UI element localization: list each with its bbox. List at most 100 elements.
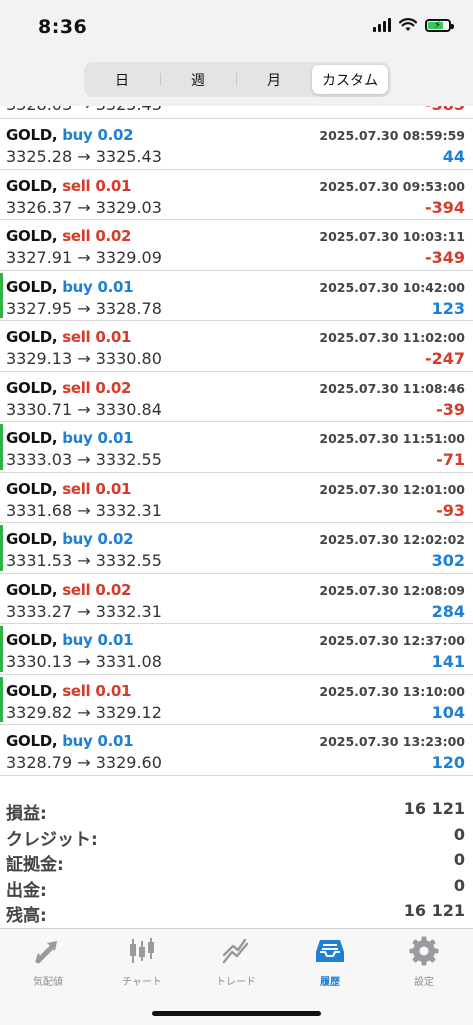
table-row[interactable]: 3328.03 → 3325.43 -385 [0, 106, 473, 119]
trade-side: buy [62, 530, 93, 548]
trade-profit: 284 [431, 601, 465, 621]
trade-profit: -385 [425, 106, 465, 114]
table-row[interactable]: GOLD, buy 0.01 2025.07.30 13:23:00 3328.79… [0, 725, 473, 776]
segment-month[interactable]: 月 [236, 65, 312, 94]
tab-trade[interactable]: トレード [189, 935, 283, 993]
trade-rows: GOLD, buy 0.02 2025.07.30 08:59:59 3325.28… [0, 119, 473, 776]
summary-margin-row: 証拠金: 0 [0, 848, 473, 875]
table-row[interactable]: GOLD, buy 0.01 2025.07.30 11:51:00 3333.03… [0, 422, 473, 473]
trade-datetime: 2025.07.30 12:02:02 [319, 532, 465, 547]
trade-prices: 3333.27 → 3332.31 [6, 601, 162, 621]
table-row[interactable]: GOLD, sell 0.01 2025.07.30 12:01:00 3331.6… [0, 473, 473, 523]
trade-prices: 3329.13 → 3330.80 [6, 349, 162, 368]
summary-credit-row: クレジット: 0 [0, 823, 473, 850]
summary-label: 損益: [6, 804, 47, 824]
summary-balance-row: 残高: 16 121 [0, 899, 473, 926]
trade-prices: 3329.82 → 3329.12 [6, 702, 162, 722]
status-icons: ⚡ [373, 18, 454, 32]
trade-prices: 3330.13 → 3331.08 [6, 652, 162, 671]
trade-side: sell [62, 681, 91, 700]
trade-prices: 3326.37 → 3329.03 [6, 197, 162, 217]
summary-label: 残高: [6, 906, 47, 926]
segment-week[interactable]: 週 [160, 65, 236, 94]
table-row[interactable]: GOLD, sell 0.02 2025.07.30 10:03:11 3327.9… [0, 220, 473, 271]
trade-volume: 0.01 [95, 479, 132, 498]
trade-symbol-side: GOLD, buy 0.02 [6, 126, 134, 144]
trade-symbol: GOLD, [6, 277, 58, 296]
trade-symbol-side: GOLD, sell 0.02 [6, 581, 131, 599]
tab-chart[interactable]: チャート [95, 935, 189, 993]
period-filter-bar: 日 週 月 カスタム [0, 56, 473, 106]
gear-icon [409, 936, 439, 966]
trade-history-list[interactable]: 3328.03 → 3325.43 -385 GOLD, buy 0.02 202… [0, 106, 473, 790]
trade-profit: 123 [431, 298, 465, 318]
trade-datetime: 2025.07.30 11:08:46 [319, 380, 465, 396]
segment-custom[interactable]: カスタム [312, 65, 388, 94]
trade-profit: 104 [431, 702, 465, 722]
tab-label: 履歴 [320, 977, 340, 988]
table-row[interactable]: GOLD, sell 0.01 2025.07.30 11:02:00 3329.1… [0, 321, 473, 372]
trade-prices: 3331.68 → 3332.31 [6, 500, 162, 520]
tab-quotes[interactable]: 気配値 [1, 935, 95, 993]
trade-volume: 0.02 [97, 126, 134, 144]
trade-symbol-side: GOLD, buy 0.01 [6, 277, 134, 296]
tab-label: 気配値 [33, 977, 63, 988]
trade-side: buy [62, 277, 93, 296]
trade-prices: 3328.03 → 3325.43 [6, 106, 162, 114]
trade-symbol: GOLD, [6, 378, 58, 397]
trade-volume: 0.01 [95, 328, 132, 346]
battery-charging-icon: ⚡ [425, 18, 454, 32]
summary-label: クレジット: [6, 829, 98, 850]
table-row[interactable]: GOLD, sell 0.02 2025.07.30 12:08:09 3333.2… [0, 574, 473, 624]
trade-symbol-side: GOLD, sell 0.01 [6, 480, 131, 498]
summary-withdrawal-row: 出金: 0 [0, 874, 473, 901]
trade-profit: -71 [436, 450, 465, 469]
trade-side: buy [62, 126, 93, 144]
trade-symbol-side: GOLD, sell 0.01 [6, 177, 131, 195]
trade-symbol-side: GOLD, sell 0.01 [6, 682, 131, 700]
trade-symbol-side: GOLD, buy 0.01 [6, 631, 134, 649]
tab-history[interactable]: 履歴 [283, 935, 377, 993]
table-row[interactable]: GOLD, sell 0.01 2025.07.30 09:53:00 3326.3… [0, 170, 473, 220]
trade-symbol-side: GOLD, buy 0.02 [6, 530, 134, 548]
trade-symbol: GOLD, [6, 176, 58, 195]
trade-symbol: GOLD, [6, 479, 58, 498]
trade-datetime: 2025.07.30 13:23:00 [319, 734, 465, 749]
trade-prices: 3333.03 → 3332.55 [6, 450, 162, 469]
candlestick-chart-icon [130, 938, 154, 963]
trade-volume: 0.02 [95, 580, 132, 599]
trade-profit: -349 [424, 248, 465, 267]
table-row[interactable]: GOLD, buy 0.01 2025.07.30 10:42:00 3327.95… [0, 271, 473, 321]
tab-settings[interactable]: 設定 [377, 935, 471, 993]
trade-symbol: GOLD, [6, 126, 58, 144]
summary-label: 証拠金: [6, 855, 64, 875]
trade-volume: 0.01 [97, 732, 134, 750]
home-indicator [152, 1011, 321, 1016]
trade-volume: 0.02 [97, 530, 134, 548]
trade-volume: 0.01 [95, 176, 132, 195]
tab-label: チャート [122, 977, 162, 988]
trade-prices: 3331.53 → 3332.55 [6, 551, 162, 570]
status-time: 8:36 [38, 16, 88, 38]
segment-day[interactable]: 日 [84, 65, 160, 94]
summary-label: 出金: [6, 880, 47, 901]
trade-datetime: 2025.07.30 11:51:00 [319, 431, 465, 446]
summary-value: 16 121 [403, 901, 465, 920]
table-row[interactable]: GOLD, sell 0.02 2025.07.30 11:08:46 3330.7… [0, 372, 473, 422]
table-row[interactable]: GOLD, buy 0.01 2025.07.30 12:37:00 3330.13… [0, 624, 473, 675]
trade-profit: 141 [431, 652, 465, 671]
trade-volume: 0.01 [97, 429, 134, 447]
summary-value: 0 [453, 824, 465, 844]
cellular-signal-icon [373, 18, 391, 32]
trade-symbol-side: GOLD, buy 0.01 [6, 429, 134, 447]
trade-profit: -93 [436, 500, 465, 520]
trade-profit: 120 [431, 753, 465, 772]
summary-profit-row: 損益: 16 121 [0, 797, 473, 824]
table-row[interactable]: GOLD, buy 0.02 2025.07.30 12:02:02 3331.53… [0, 523, 473, 574]
table-row[interactable]: GOLD, buy 0.02 2025.07.30 08:59:59 3325.28… [0, 119, 473, 170]
bottom-tab-bar: 気配値 チャート トレード 履歴 設定 [0, 928, 473, 1025]
table-row[interactable]: GOLD, sell 0.01 2025.07.30 13:10:00 3329.8… [0, 675, 473, 725]
trade-prices: 3327.91 → 3329.09 [6, 248, 162, 267]
trade-datetime: 2025.07.30 10:42:00 [319, 279, 465, 295]
trade-profit: 44 [442, 147, 465, 166]
